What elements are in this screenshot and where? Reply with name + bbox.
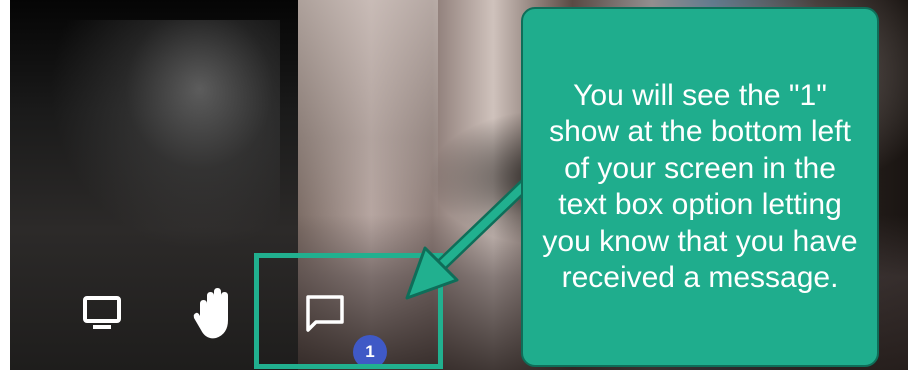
hand-icon [192, 286, 238, 347]
callout-text: You will see the "1" show at the bottom … [542, 78, 858, 295]
share-screen-button[interactable] [72, 290, 132, 342]
raise-hand-button[interactable] [185, 286, 245, 346]
meeting-video-area: 1 You will see the "1" show at the botto… [0, 0, 916, 378]
self-video-tile [10, 0, 298, 370]
chat-unread-badge: 1 [353, 335, 387, 369]
chat-bubble-icon [303, 292, 347, 341]
chat-button[interactable] [295, 290, 355, 342]
monitor-icon [80, 294, 124, 339]
instruction-callout: You will see the "1" show at the bottom … [521, 7, 879, 367]
